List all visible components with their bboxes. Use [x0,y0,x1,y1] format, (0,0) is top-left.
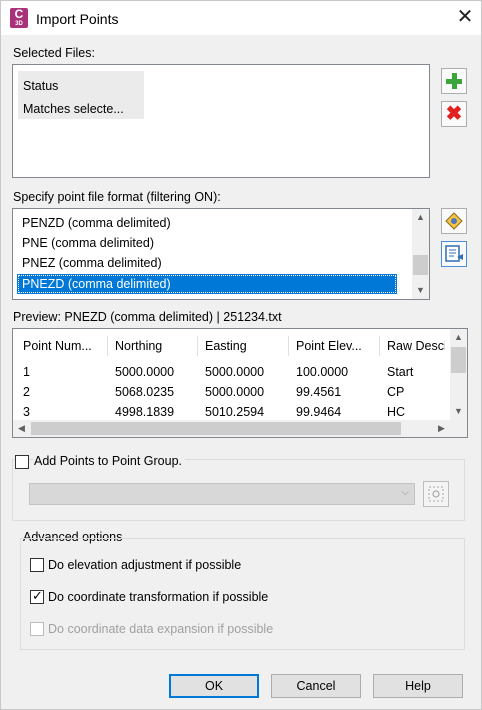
selected-files-column: Status Matches selecte... [18,71,144,119]
format-item-penzd[interactable]: PENZD (comma delimited) [17,213,397,233]
manage-formats-button[interactable] [441,208,467,234]
format-scroll-thumb[interactable] [413,255,428,275]
scroll-up-icon[interactable]: ▲ [412,209,429,226]
coordinate-transformation-checkbox[interactable]: ✓ [30,588,44,604]
cell-northing: 5000.0000 [115,365,175,379]
cell-point-number: 2 [23,385,30,399]
cell-easting: 5000.0000 [205,365,265,379]
preview-hscroll-thumb[interactable] [31,422,401,435]
cell-northing: 4998.1839 [115,405,175,419]
close-icon[interactable]: ✕ [453,6,477,30]
format-list-scrollbar[interactable]: ▲ ▼ [412,209,429,299]
format-item-pnez[interactable]: PNEZ (comma delimited) [17,253,397,273]
cell-elevation: 100.0000 [296,365,349,379]
cell-northing: 5068.0235 [115,385,175,399]
selected-files-list[interactable]: Status Matches selecte... [12,64,430,178]
matches-column-header: Matches selecte... [23,102,124,116]
cell-point-number: 3 [23,405,30,419]
point-format-list[interactable]: PENZD (comma delimited) PNE (comma delim… [12,208,430,300]
preview-label: Preview: PNEZD (comma delimited) | 25123… [13,310,282,324]
coordinate-expansion-label: Do coordinate data expansion if possible [48,622,274,636]
scroll-down-icon[interactable]: ▼ [450,403,467,420]
add-files-button[interactable] [441,68,467,94]
column-header-easting[interactable]: Easting [205,339,247,353]
civil3d-app-icon: C 3D [10,8,28,28]
selected-files-label: Selected Files: [13,46,95,60]
format-item-pne[interactable]: PNE (comma delimited) [17,233,397,253]
check-icon: ✓ [32,588,43,603]
preview-vscroll-thumb[interactable] [451,347,466,373]
remove-x-icon: ✖ [445,103,463,125]
scroll-right-icon[interactable]: ▶ [433,420,450,437]
column-header-point-elevation[interactable]: Point Elev... [296,339,362,353]
coordinate-expansion-checkbox [30,622,44,636]
remove-files-button[interactable]: ✖ [441,101,467,127]
add-to-point-group-label: Add Points to Point Group. [34,454,186,468]
dialog-title: Import Points [36,11,119,27]
elevation-adjustment-label: Do elevation adjustment if possible [48,558,242,572]
preview-table[interactable]: Point Num... Northing Easting Point Elev… [12,328,468,438]
edit-format-button[interactable] [441,241,467,267]
app-icon-letter: C [14,7,24,21]
help-button[interactable]: Help [373,674,463,698]
format-manager-icon [445,212,463,230]
chevron-down-icon: ⌵ [401,487,409,498]
format-item-pnezd-selected[interactable]: PNEZD (comma delimited) [17,274,397,294]
column-header-point-number[interactable]: Point Num... [23,339,92,353]
cell-easting: 5000.0000 [205,385,265,399]
cell-raw-description: CP [387,385,405,399]
preview-horizontal-scrollbar[interactable]: ◀ ▶ [13,420,467,437]
cancel-button[interactable]: Cancel [271,674,361,698]
cell-easting: 5010.2594 [205,405,265,419]
status-column-header: Status [23,79,59,93]
pick-group-icon [428,486,444,502]
import-points-dialog: C 3D Import Points ✕ Selected Files: Sta… [0,0,482,710]
point-format-label: Specify point file format (filtering ON)… [13,190,221,204]
cell-elevation: 99.4561 [296,385,342,399]
edit-format-icon [445,245,463,262]
cell-point-number: 1 [23,365,30,379]
cell-raw-description: HC [387,405,406,419]
add-to-point-group-checkbox[interactable] [15,455,29,469]
cell-raw-description: Start [387,365,414,379]
app-icon-sub: 3D [15,21,23,27]
preview-vertical-scrollbar[interactable]: ▲ ▼ [450,329,467,420]
scroll-left-icon[interactable]: ◀ [13,420,30,437]
scroll-down-icon[interactable]: ▼ [412,282,429,299]
ok-button[interactable]: OK [169,674,259,698]
coordinate-transformation-label: Do coordinate transformation if possible [48,590,269,604]
pick-point-group-button[interactable] [423,481,449,507]
column-header-raw-description[interactable]: Raw Desci [387,339,445,353]
cell-elevation: 99.9464 [296,405,342,419]
point-group-combo[interactable]: ⌵ [29,483,415,505]
scroll-up-icon[interactable]: ▲ [450,329,467,346]
elevation-adjustment-checkbox[interactable] [30,558,44,572]
column-header-northing[interactable]: Northing [115,339,162,353]
title-bar: C 3D Import Points ✕ [1,1,481,35]
